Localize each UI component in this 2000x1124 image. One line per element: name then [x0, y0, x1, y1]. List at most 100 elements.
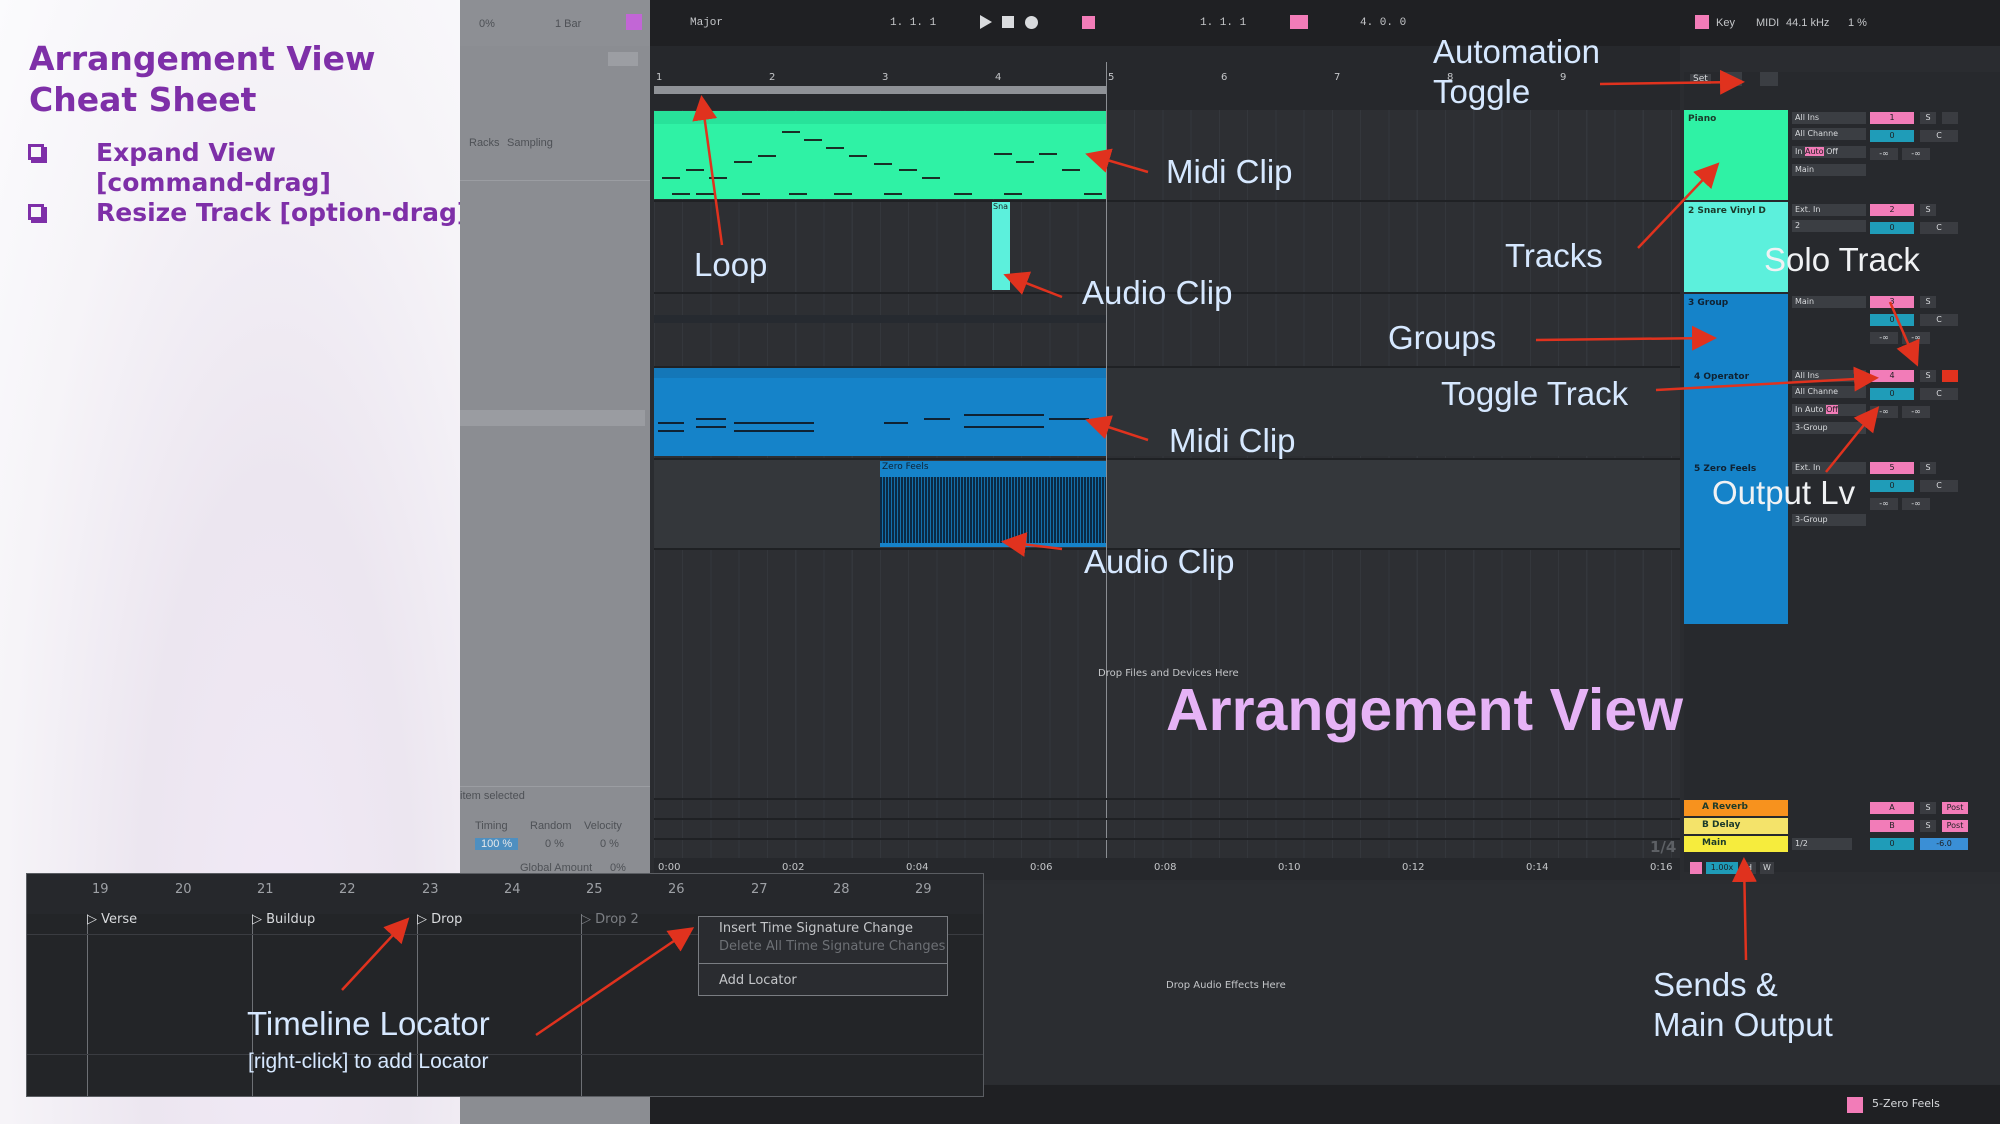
- post-toggle-a[interactable]: Post: [1942, 802, 1968, 814]
- groove-velocity-value[interactable]: 0 %: [600, 838, 619, 850]
- midi-clip-operator[interactable]: [654, 368, 1106, 456]
- monitor-switch[interactable]: In Auto Off: [1792, 146, 1866, 158]
- hide-button[interactable]: H: [1742, 862, 1756, 874]
- monitor-switch[interactable]: In Auto Off: [1792, 404, 1866, 416]
- track-header-operator[interactable]: 4 Operator: [1690, 368, 1788, 458]
- quantize-dropdown[interactable]: 1 Bar: [555, 18, 581, 30]
- browser-selected-row[interactable]: [460, 410, 645, 426]
- key-map-button[interactable]: Key: [1716, 17, 1735, 29]
- pan-control-2[interactable]: 0: [1870, 222, 1914, 234]
- midi-clip-piano[interactable]: [654, 111, 1106, 199]
- main-volume[interactable]: -6.0: [1920, 838, 1968, 850]
- loop-length[interactable]: 4. 0. 0: [1360, 17, 1406, 29]
- lock-icon[interactable]: [1760, 72, 1778, 86]
- track-activator-5[interactable]: 5: [1870, 462, 1914, 474]
- volume-right-1[interactable]: -∞: [1902, 148, 1930, 160]
- pan-control-1[interactable]: 0: [1870, 130, 1914, 142]
- play-icon[interactable]: [980, 15, 992, 29]
- solo-button-1[interactable]: S: [1920, 112, 1936, 124]
- main-track[interactable]: Main: [1684, 836, 1788, 852]
- tempo-multiplier[interactable]: 1.00x: [1706, 862, 1738, 874]
- scale-dropdown[interactable]: Major: [690, 17, 723, 29]
- menu-add-locator[interactable]: Add Locator: [719, 973, 797, 988]
- loop-brace[interactable]: [654, 86, 1106, 94]
- time-tick-3: 0:06: [1030, 862, 1053, 873]
- audio-clip-snare[interactable]: Sna: [992, 202, 1010, 290]
- return-track-delay[interactable]: B Delay: [1684, 818, 1788, 834]
- main-cue-dropdown[interactable]: 1/2: [1792, 838, 1852, 850]
- return-activator-b[interactable]: B: [1870, 820, 1914, 832]
- tick-29: 29: [915, 882, 932, 897]
- pan-control-4[interactable]: 0: [1870, 388, 1914, 400]
- tempo-follow-icon[interactable]: [1690, 862, 1702, 874]
- volume-left-4[interactable]: -∞: [1870, 406, 1898, 418]
- group-output-dropdown[interactable]: Main: [1792, 296, 1866, 308]
- track-header-piano[interactable]: Piano: [1684, 110, 1788, 200]
- tick-22: 22: [339, 882, 356, 897]
- pan-side-1: C: [1920, 130, 1958, 142]
- key-map-icon[interactable]: [1695, 15, 1709, 29]
- track-header-group[interactable]: 3 Group: [1684, 294, 1788, 624]
- pan-control-5[interactable]: 0: [1870, 480, 1914, 492]
- stop-icon[interactable]: [1002, 16, 1014, 28]
- locator-verse[interactable]: ▷ Verse: [87, 912, 137, 927]
- volume-left-3[interactable]: -∞: [1870, 332, 1898, 344]
- arm-icon[interactable]: [1942, 370, 1958, 382]
- groove-timing-value[interactable]: 100 %: [475, 838, 519, 850]
- menu-delete-time-signatures[interactable]: Delete All Time Signature Changes: [719, 939, 945, 954]
- midi-map-button[interactable]: MIDI: [1756, 17, 1779, 29]
- input-channel-dropdown[interactable]: 2: [1792, 220, 1866, 232]
- volume-right-4[interactable]: -∞: [1902, 406, 1930, 418]
- main-pan[interactable]: 0: [1870, 838, 1914, 850]
- scale-mode-icon[interactable]: [626, 14, 642, 30]
- input-type-dropdown[interactable]: All Ins: [1792, 370, 1866, 382]
- output-dropdown[interactable]: 3-Group: [1792, 514, 1866, 526]
- solo-button-4[interactable]: S: [1920, 370, 1936, 382]
- arrangement-position[interactable]: 1. 1. 1: [890, 17, 936, 29]
- browser-tab-racks[interactable]: Racks: [469, 137, 500, 149]
- volume-right-5[interactable]: -∞: [1902, 498, 1930, 510]
- return-activator-a[interactable]: A: [1870, 802, 1914, 814]
- menu-insert-time-signature[interactable]: Insert Time Signature Change: [719, 921, 913, 936]
- track-activator-1[interactable]: 1: [1870, 112, 1914, 124]
- solo-button-3[interactable]: S: [1920, 296, 1936, 308]
- output-dropdown[interactable]: 3-Group: [1792, 422, 1866, 434]
- audio-clip-zero-feels[interactable]: Zero Feels: [880, 461, 1106, 547]
- loop-start[interactable]: 1. 1. 1: [1200, 17, 1246, 29]
- automation-arm-icon[interactable]: [1082, 16, 1095, 29]
- width-button[interactable]: W: [1760, 862, 1774, 874]
- locator-buildup[interactable]: ▷ Buildup: [252, 912, 315, 927]
- input-channel-dropdown[interactable]: All Channe: [1792, 128, 1866, 140]
- volume-left-1[interactable]: -∞: [1870, 148, 1898, 160]
- arm-icon[interactable]: [1942, 112, 1958, 124]
- solo-button-2[interactable]: S: [1920, 204, 1936, 216]
- checkbox-icon: [28, 204, 44, 220]
- input-type-dropdown[interactable]: Ext. In: [1792, 204, 1866, 216]
- post-toggle-b[interactable]: Post: [1942, 820, 1968, 832]
- pan-control-3[interactable]: 0: [1870, 314, 1914, 326]
- output-dropdown[interactable]: Main: [1792, 164, 1866, 176]
- solo-button-b[interactable]: S: [1920, 820, 1936, 832]
- bar-tick-3: 3: [882, 72, 889, 83]
- locator-drop-2[interactable]: ▷ Drop 2: [581, 912, 639, 927]
- return-track-reverb[interactable]: A Reverb: [1684, 800, 1788, 816]
- input-type-dropdown[interactable]: All Ins: [1792, 112, 1866, 124]
- record-icon[interactable]: [1025, 16, 1038, 29]
- annotation-midi-clip-1: Midi Clip: [1166, 153, 1293, 190]
- track-activator-2[interactable]: 2: [1870, 204, 1914, 216]
- browser-filter-button[interactable]: [608, 52, 638, 66]
- track-activator-4[interactable]: 4: [1870, 370, 1914, 382]
- browser-tab-sampling[interactable]: Sampling: [507, 137, 553, 149]
- volume-right-3[interactable]: -∞: [1902, 332, 1930, 344]
- solo-button-5[interactable]: S: [1920, 462, 1936, 474]
- groove-random-value[interactable]: 0 %: [545, 838, 564, 850]
- volume-left-5[interactable]: -∞: [1870, 498, 1898, 510]
- input-channel-dropdown[interactable]: All Channe: [1792, 386, 1866, 398]
- automation-toggle-button[interactable]: [1724, 72, 1742, 86]
- percent-readout[interactable]: 0%: [479, 18, 495, 30]
- solo-button-a[interactable]: S: [1920, 802, 1936, 814]
- set-button[interactable]: Set: [1690, 74, 1711, 84]
- loop-toggle-icon[interactable]: [1290, 15, 1308, 29]
- track-activator-3[interactable]: 3: [1870, 296, 1914, 308]
- locator-drop[interactable]: ▷ Drop: [417, 912, 462, 927]
